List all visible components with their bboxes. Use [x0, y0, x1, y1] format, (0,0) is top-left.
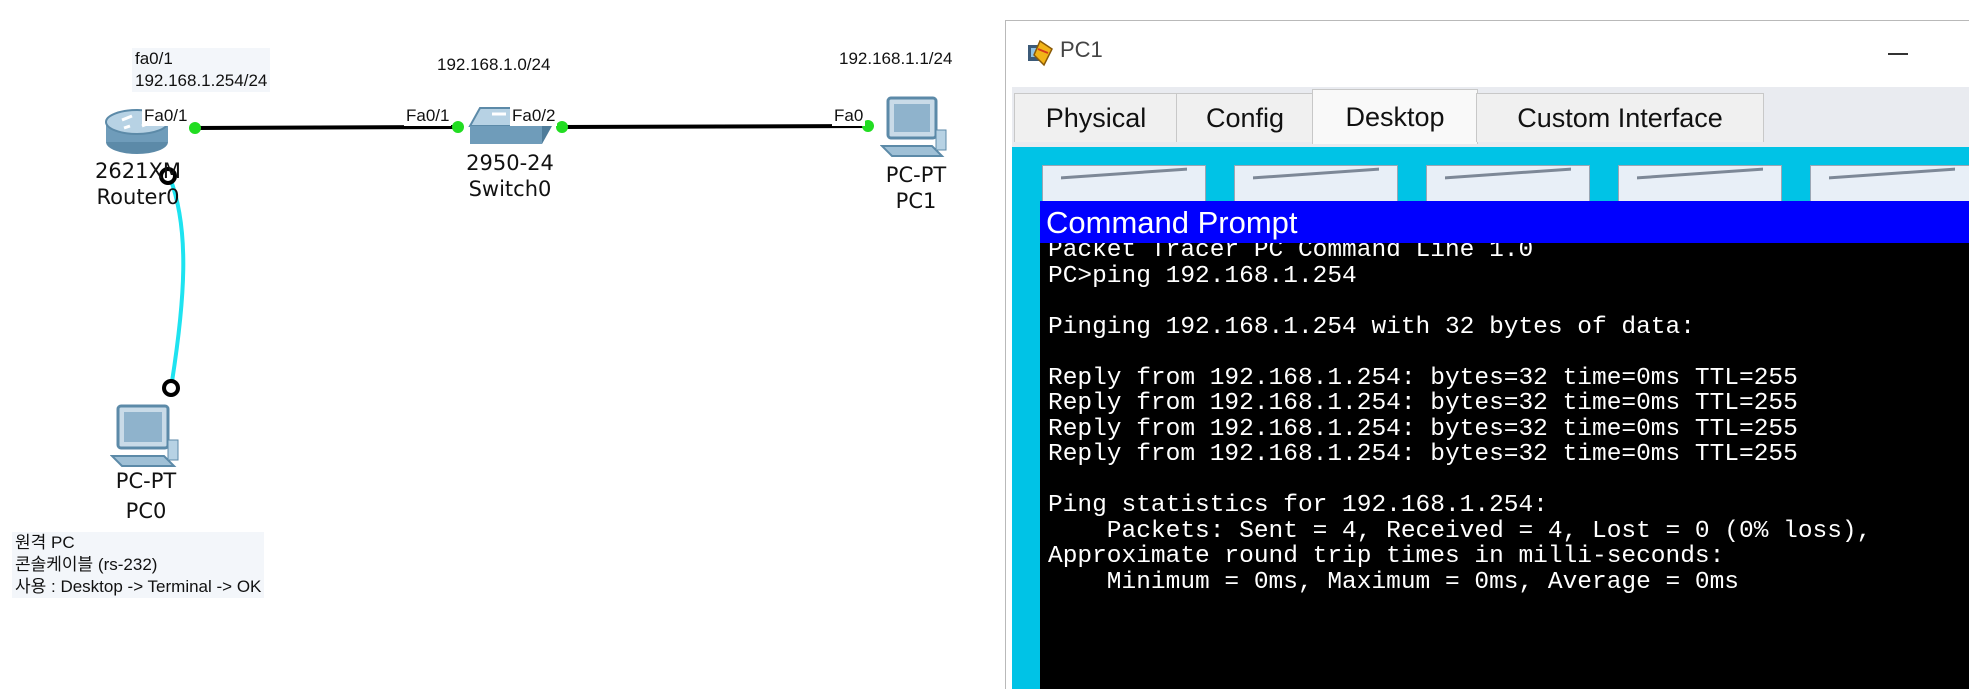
tab-config[interactable]: Config	[1176, 93, 1314, 142]
computer-icon	[109, 404, 179, 467]
console-output[interactable]: Packet Tracer PC Command Line 1.0 PC>pin…	[1048, 243, 1871, 595]
pc0-name-label: PC0	[125, 499, 167, 523]
router-interface-note: fa0/1 192.168.1.254/24	[132, 48, 271, 92]
port-status-dot	[189, 122, 201, 134]
pc0-console-note: 원격 PC 콘솔케이블 (rs-232) 사용 : Desktop -> Ter…	[12, 532, 265, 598]
command-prompt-window: Command Prompt Packet Tracer PC Command …	[1040, 201, 1969, 689]
pc1-device[interactable]	[879, 96, 950, 160]
pc1-window: PC1 Physical Config Desktop Custom Inter…	[1005, 20, 1969, 689]
tab-bar: Physical Config Desktop Custom Interface	[1012, 87, 1969, 148]
tab-custom-interface[interactable]: Custom Interface	[1476, 93, 1764, 142]
switch-model-label: 2950-24	[466, 151, 554, 175]
pc0-device[interactable]	[109, 404, 184, 470]
tab-desktop[interactable]: Desktop	[1312, 89, 1478, 144]
window-title: PC1	[1060, 37, 1103, 62]
switch-name-label: Switch0	[468, 177, 552, 201]
desktop-app-tile[interactable]	[1618, 165, 1782, 205]
desktop-app-tile[interactable]	[1810, 165, 1969, 205]
console-port-endpoint	[162, 379, 180, 397]
topology-canvas[interactable]: fa0/1 192.168.1.254/24 Fa0/1 2621XM Rout…	[0, 0, 1005, 688]
switch-network-note: 192.168.1.0/24	[434, 54, 554, 76]
desktop-app-tile[interactable]	[1426, 165, 1590, 205]
pc1-port-label: Fa0	[832, 106, 866, 126]
window-title-bar[interactable]: PC1	[1006, 21, 1969, 81]
link-router-switch[interactable]	[194, 125, 459, 130]
router-model-label: 2621XM	[95, 159, 181, 183]
command-prompt-title-bar[interactable]: Command Prompt	[1040, 201, 1969, 243]
desktop-app-strip	[1026, 165, 1969, 205]
packet-tracer-icon	[1026, 39, 1054, 67]
pc1-ip-note: 192.168.1.1/24	[836, 48, 956, 70]
pc1-name-label: PC1	[895, 189, 937, 213]
tab-physical[interactable]: Physical	[1014, 93, 1178, 142]
pc1-model-label: PC-PT	[885, 163, 947, 187]
router-port-label: Fa0/1	[142, 106, 190, 126]
minimize-icon	[1888, 53, 1908, 55]
desktop-app-tile[interactable]	[1042, 165, 1206, 205]
desktop-app-tile[interactable]	[1234, 165, 1398, 205]
command-console[interactable]: Packet Tracer PC Command Line 1.0 PC>pin…	[1040, 243, 1969, 689]
computer-icon	[879, 96, 947, 157]
switch-port-left-label: Fa0/1	[404, 106, 452, 126]
minimize-button[interactable]	[1876, 29, 1922, 73]
command-prompt-title: Command Prompt	[1046, 205, 1298, 240]
pc0-model-label: PC-PT	[115, 469, 177, 493]
router-name-label: Router0	[96, 185, 180, 209]
desktop-area: Command Prompt Packet Tracer PC Command …	[1012, 147, 1969, 689]
link-switch-pc1[interactable]	[561, 124, 869, 129]
switch-port-right-label: Fa0/2	[510, 106, 558, 126]
